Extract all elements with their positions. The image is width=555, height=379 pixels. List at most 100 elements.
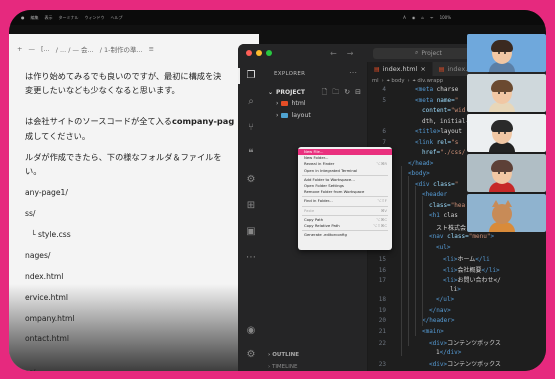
timeline-section[interactable]: › TIMELINE: [268, 364, 297, 370]
more-actions-icon[interactable]: ⋯: [349, 68, 357, 77]
status-icon[interactable]: ◉: [412, 15, 416, 21]
video-tile[interactable]: [467, 154, 546, 192]
context-menu-item[interactable]: Copy Relative Path ⌥⇧⌘C: [298, 223, 392, 229]
timeline-label: TIMELINE: [271, 364, 298, 370]
menubar-status: A ◉ ⌂ ᯤ 100%: [403, 15, 451, 21]
code-line: 5 <meta name=": [368, 97, 458, 107]
refresh-icon[interactable]: ↻: [344, 88, 350, 99]
video-participant-strip: [467, 34, 546, 284]
context-menu-item[interactable]: Remove Folder from Workspace: [298, 189, 392, 195]
line-number: 22: [378, 340, 386, 347]
status-icon[interactable]: ⌂: [421, 15, 424, 21]
code-text: <div>コンテンツボックス: [429, 361, 501, 368]
status-icon[interactable]: A: [403, 15, 406, 21]
doc-breadcrumb-item[interactable]: ≡: [149, 45, 154, 53]
debug-icon[interactable]: ⚙: [245, 174, 257, 186]
doc-text-line: い。: [25, 166, 42, 176]
explorer-icon[interactable]: ❐: [238, 68, 257, 84]
video-tile[interactable]: [467, 74, 546, 112]
folder-icon: [281, 101, 289, 106]
chevron-down-icon: ⌄: [268, 89, 274, 96]
outline-section[interactable]: › OUTLINE: [268, 352, 299, 358]
menubar-item[interactable]: ヘルプ: [111, 15, 123, 21]
line-number: 5: [382, 96, 386, 104]
new-file-icon[interactable]: 🗋: [322, 88, 328, 99]
quotes-extension-icon[interactable]: ❝: [245, 148, 257, 160]
menubar-item[interactable]: 編集: [31, 15, 39, 21]
status-icon[interactable]: ᯤ: [430, 15, 434, 21]
doc-bold-text: company-pag: [171, 116, 235, 126]
minimize-window-button[interactable]: [256, 50, 262, 56]
line-number: 6: [382, 128, 386, 135]
context-menu-shortcut: ⌘V: [380, 207, 387, 213]
doc-text-line: 成してください。: [25, 131, 91, 141]
source-control-icon[interactable]: ⑂: [245, 122, 257, 134]
more-icon[interactable]: ⋯: [245, 252, 257, 264]
apple-menu-icon[interactable]: ●: [21, 15, 25, 20]
doc-shadow: [9, 284, 259, 371]
forward-arrow-icon[interactable]: →: [347, 49, 354, 58]
video-tile[interactable]: [467, 194, 546, 232]
context-menu-item[interactable]: Open in Integrated Terminal: [298, 168, 392, 174]
collapse-icon[interactable]: ⊟: [355, 88, 361, 99]
activity-bar: ❐ ⌕ ⑂ ❝ ⚙ ⊞ ▣ ⋯ ◉ ⚙: [238, 62, 264, 371]
menubar-item[interactable]: ターミナル: [59, 15, 79, 21]
doc-text-line: は作り始めてみるでも良いのですが、最初に構成を決: [25, 71, 222, 81]
remote-explorer-icon[interactable]: ▣: [245, 226, 257, 238]
line-number: 20: [378, 317, 386, 324]
editor-breadcrumb-item[interactable]: ⌖ body: [387, 78, 405, 85]
close-window-button[interactable]: [246, 50, 252, 56]
context-menu-item[interactable]: Find in Folder... ⌥⇧F: [298, 198, 392, 204]
doc-breadcrumb-item[interactable]: / ... / — 会...: [56, 44, 94, 54]
context-menu-label: Copy Relative Path: [304, 222, 340, 228]
context-menu-shortcut: ⌥⇧⌘C: [372, 222, 387, 228]
new-folder-icon[interactable]: 🗀: [332, 88, 339, 99]
back-arrow-icon[interactable]: ←: [330, 49, 337, 58]
code-text: スト株式会: [436, 224, 467, 232]
status-icon[interactable]: 100%: [440, 15, 451, 21]
context-menu-label: Remove Folder from Workspace: [304, 189, 365, 195]
line-number: 15: [378, 256, 386, 263]
close-tab-icon[interactable]: ×: [420, 65, 425, 73]
menubar-item[interactable]: ウィンドウ: [85, 15, 105, 21]
doc-tree-item: └ style.css: [31, 230, 71, 239]
maximize-window-button[interactable]: [266, 50, 272, 56]
settings-gear-icon[interactable]: ⚙: [245, 349, 257, 361]
code-text: <h1 clas: [429, 212, 458, 219]
folder-item-html[interactable]: › html: [276, 100, 306, 107]
context-menu-label: Generate .editorconfig: [304, 232, 347, 238]
code-line: 23 <div>コンテンツボックス: [368, 359, 501, 369]
code-text: </header>: [422, 317, 455, 324]
context-menu-item[interactable]: Generate .editorconfig: [298, 232, 392, 238]
command-center-label: Project: [421, 49, 442, 57]
code-text: <meta charse: [415, 86, 459, 93]
search-icon[interactable]: ⌕: [245, 96, 257, 108]
extensions-icon[interactable]: ⊞: [245, 200, 257, 212]
video-tile[interactable]: [467, 114, 546, 152]
menu-separator: [302, 196, 388, 198]
editor-breadcrumb-item[interactable]: ›: [382, 78, 384, 84]
doc-breadcrumb-item[interactable]: +: [17, 45, 22, 53]
avatar-hair: [491, 120, 513, 132]
editor-breadcrumb-item[interactable]: ml: [372, 78, 379, 84]
doc-breadcrumb-item[interactable]: —: [28, 45, 35, 53]
doc-breadcrumb-item[interactable]: / 1-制作の準...: [100, 44, 143, 54]
doc-tree-item: any-page1/: [25, 188, 68, 197]
menubar-item[interactable]: 表示: [45, 15, 53, 21]
menu-separator: [302, 174, 388, 176]
context-menu-item[interactable]: Paste ⌘V: [298, 208, 392, 214]
line-number: 17: [378, 277, 386, 284]
tab-index-html[interactable]: ▤ index.html ×: [368, 62, 433, 76]
folder-item-layout[interactable]: › layout: [276, 112, 311, 119]
code-text: dth, initial-: [422, 117, 469, 125]
doc-breadcrumb-item[interactable]: [...: [41, 45, 50, 53]
code-line: 19 </nav>: [368, 307, 451, 317]
account-icon[interactable]: ◉: [245, 325, 257, 337]
editor-breadcrumb-item[interactable]: ⌖ div.wrapp: [413, 78, 443, 85]
video-tile[interactable]: [467, 34, 546, 72]
avatar-hair: [491, 80, 513, 92]
code-text: <ul>: [436, 243, 451, 251]
mac-menubar: ● 編集 表示 ターミナル ウィンドウ ヘルプ A ◉ ⌂ ᯤ 100%: [9, 10, 546, 25]
avatar-eye: [498, 52, 500, 54]
editor-breadcrumb-item[interactable]: ›: [408, 78, 410, 84]
